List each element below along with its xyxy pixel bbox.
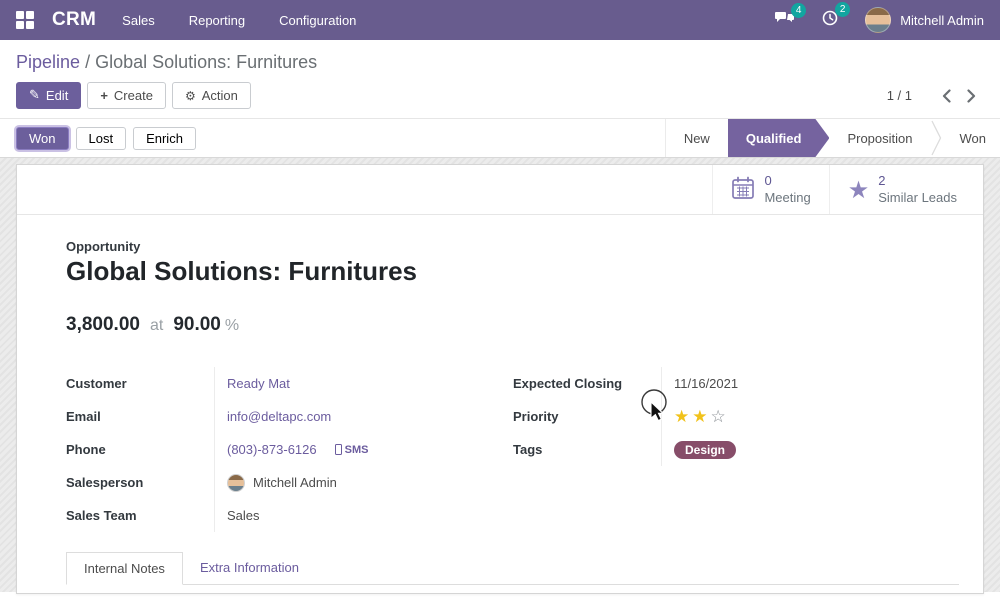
enrich-button[interactable]: Enrich <box>133 127 196 150</box>
sms-button[interactable]: SMS <box>335 444 369 456</box>
tab-extra-information[interactable]: Extra Information <box>183 552 316 584</box>
opportunity-form-sheet: 0 Meeting ★ 2 Similar Leads Opportunity … <box>16 164 984 594</box>
apps-grid-icon[interactable] <box>16 11 34 29</box>
phone-field-row: Phone (803)-873-6126 SMS <box>66 433 512 466</box>
meeting-stat-button[interactable]: 0 Meeting <box>712 165 828 214</box>
expected-revenue-row: 3,800.00 at 90.00 % <box>66 314 959 336</box>
toolbar: ✎ Edit + Create ⚙ Action 1 / 1 <box>0 77 1000 118</box>
priority-label: Priority <box>513 409 661 424</box>
top-navbar: CRM Sales Reporting Configuration 4 2 Mi… <box>0 0 1000 40</box>
priority-stars <box>674 407 729 427</box>
mark-lost-button[interactable]: Lost <box>76 127 127 150</box>
salesperson-avatar <box>227 474 245 492</box>
messages-button[interactable]: 4 <box>775 10 795 31</box>
action-button[interactable]: ⚙ Action <box>172 82 251 109</box>
gear-icon: ⚙ <box>185 89 196 103</box>
stage-won[interactable]: Won <box>942 119 1000 157</box>
tag-design[interactable]: Design <box>674 441 736 459</box>
star-filled-icon[interactable] <box>674 407 689 427</box>
similar-leads-label: Similar Leads <box>878 190 957 206</box>
tags-field-row: Tags Design <box>513 433 959 466</box>
expected-closing-field-row: Expected Closing 11/16/2021 <box>513 367 959 400</box>
stage-new[interactable]: New <box>666 119 728 157</box>
field-group: Customer Ready Mat Email info@deltapc.co… <box>66 367 959 532</box>
activities-badge: 2 <box>835 2 850 17</box>
pager: 1 / 1 <box>887 85 984 107</box>
record-type-label: Opportunity <box>66 239 959 254</box>
breadcrumb-current: Global Solutions: Furnitures <box>95 52 317 72</box>
stage-qualified[interactable]: Qualified <box>728 119 830 157</box>
plus-icon: + <box>100 88 108 103</box>
phone-value-link[interactable]: (803)-873-6126 <box>227 442 317 457</box>
field-column-right: Expected Closing 11/16/2021 Priority Tag… <box>513 367 959 532</box>
priority-field-row: Priority <box>513 400 959 433</box>
field-column-left: Customer Ready Mat Email info@deltapc.co… <box>66 367 512 532</box>
expected-revenue-value: 3,800.00 <box>66 314 140 336</box>
user-avatar[interactable] <box>865 7 891 33</box>
breadcrumb-pipeline-link[interactable]: Pipeline <box>16 52 80 72</box>
mobile-phone-icon <box>335 444 342 455</box>
customer-label: Customer <box>66 376 214 391</box>
edit-button[interactable]: ✎ Edit <box>16 82 81 109</box>
stage-separator-icon <box>931 119 942 157</box>
similar-leads-stat-button[interactable]: ★ 2 Similar Leads <box>829 165 975 214</box>
tab-internal-notes[interactable]: Internal Notes <box>66 552 183 585</box>
pencil-icon: ✎ <box>29 88 40 103</box>
email-label: Email <box>66 409 214 424</box>
star-empty-icon[interactable] <box>711 407 726 427</box>
tags-label: Tags <box>513 442 661 457</box>
salesperson-value[interactable]: Mitchell Admin <box>253 475 337 490</box>
notebook-tabs: Internal Notes Extra Information <box>66 552 959 585</box>
similar-leads-count: 2 <box>878 173 957 189</box>
star-icon: ★ <box>848 178 870 202</box>
expected-closing-label: Expected Closing <box>513 376 661 391</box>
sales-team-field-row: Sales Team Sales <box>66 499 512 532</box>
meeting-count: 0 <box>764 173 810 189</box>
mark-won-button[interactable]: Won <box>16 127 69 150</box>
statusbar: Won Lost Enrich New Qualified Propositio… <box>0 118 1000 158</box>
email-value-link[interactable]: info@deltapc.com <box>227 409 331 424</box>
activities-button[interactable]: 2 <box>821 9 839 32</box>
email-field-row: Email info@deltapc.com <box>66 400 512 433</box>
opportunity-title: Global Solutions: Furnitures <box>66 256 959 287</box>
star-filled-icon[interactable] <box>692 407 707 427</box>
breadcrumb-separator: / <box>85 52 95 72</box>
app-name[interactable]: CRM <box>52 9 96 31</box>
at-label: at <box>150 317 163 335</box>
user-name[interactable]: Mitchell Admin <box>900 13 984 28</box>
form-view-background: 0 Meeting ★ 2 Similar Leads Opportunity … <box>0 158 1000 592</box>
messages-badge: 4 <box>791 3 806 18</box>
menu-configuration[interactable]: Configuration <box>279 13 356 28</box>
menu-sales[interactable]: Sales <box>122 13 155 28</box>
sales-team-label: Sales Team <box>66 508 214 523</box>
create-button[interactable]: + Create <box>87 82 166 109</box>
customer-field-row: Customer Ready Mat <box>66 367 512 400</box>
probability-value: 90.00 <box>173 314 221 336</box>
stage-proposition[interactable]: Proposition <box>829 119 930 157</box>
percent-sign: % <box>225 317 239 335</box>
salesperson-field-row: Salesperson Mitchell Admin <box>66 466 512 499</box>
pager-previous-button[interactable] <box>934 85 959 107</box>
calendar-icon <box>731 175 755 205</box>
phone-label: Phone <box>66 442 214 457</box>
pager-next-button[interactable] <box>959 85 984 107</box>
expected-closing-value[interactable]: 11/16/2021 <box>674 376 738 391</box>
pager-value: 1 / 1 <box>887 88 912 103</box>
breadcrumb: Pipeline / Global Solutions: Furnitures <box>0 40 1000 77</box>
menu-reporting[interactable]: Reporting <box>189 13 245 28</box>
meeting-label: Meeting <box>764 190 810 206</box>
stage-statusbar: New Qualified Proposition Won <box>665 119 1000 157</box>
sales-team-value[interactable]: Sales <box>227 508 260 523</box>
stat-button-strip: 0 Meeting ★ 2 Similar Leads <box>17 165 983 215</box>
salesperson-label: Salesperson <box>66 475 214 490</box>
customer-value-link[interactable]: Ready Mat <box>227 376 290 391</box>
